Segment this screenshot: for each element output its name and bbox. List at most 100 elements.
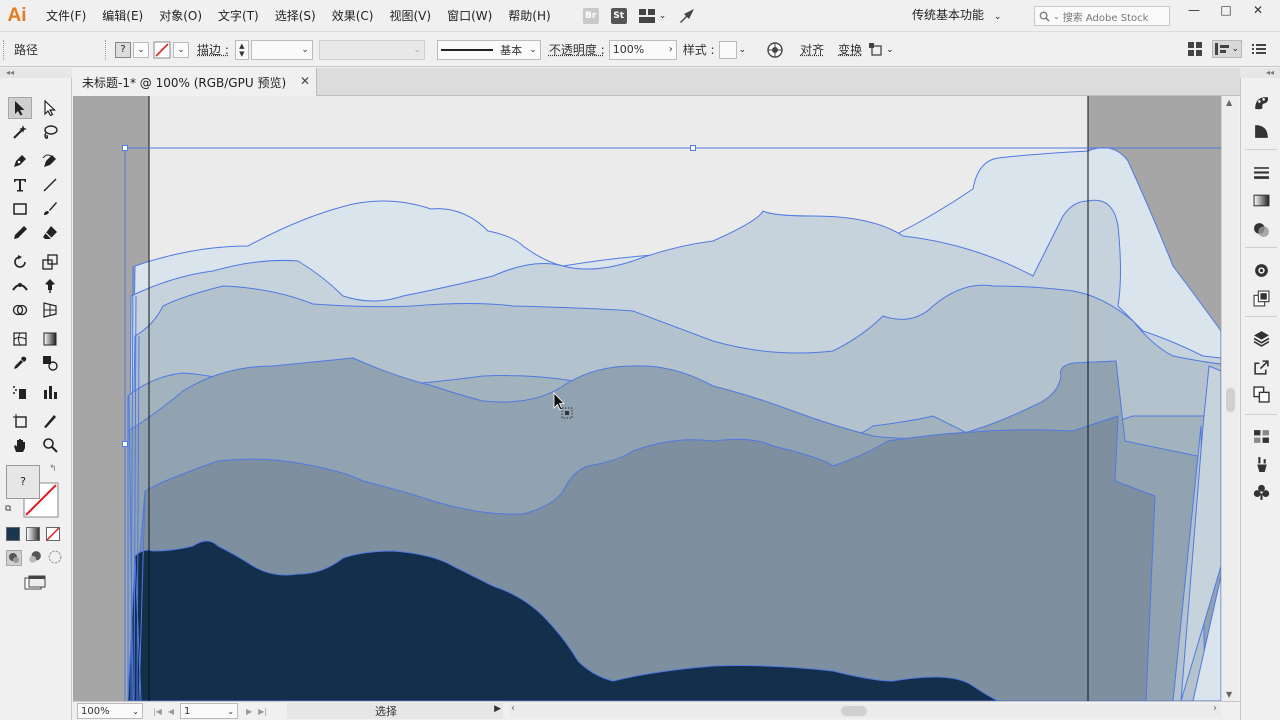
mesh-tool[interactable] <box>8 328 32 350</box>
slice-tool[interactable] <box>38 410 62 432</box>
line-segment-tool[interactable] <box>38 174 62 196</box>
layers-panel-button[interactable] <box>1251 328 1271 348</box>
gradient-tool[interactable] <box>38 328 62 350</box>
menu-window[interactable]: 窗口(W) <box>439 0 500 32</box>
menu-effect[interactable]: 效果(C) <box>324 0 382 32</box>
stock-search-field[interactable]: ⌄ 搜索 Adobe Stock <box>1034 6 1170 26</box>
menu-type[interactable]: 文字(T) <box>210 0 267 32</box>
selection-tool[interactable] <box>8 97 32 119</box>
variable-width-profile[interactable]: ⌄ <box>318 39 425 60</box>
document-canvas[interactable] <box>73 96 1221 701</box>
control-bar-grip[interactable] <box>3 39 9 60</box>
default-fill-stroke-icon[interactable]: ⧉ <box>5 504 11 514</box>
menu-edit[interactable]: 编辑(E) <box>94 0 151 32</box>
blend-tool[interactable] <box>38 352 62 374</box>
width-tool[interactable] <box>8 275 32 297</box>
arrange-documents-button[interactable]: ⌄ <box>638 8 666 23</box>
previous-artboard-icon[interactable]: ◀ <box>168 707 174 716</box>
workspace-switcher[interactable]: 传统基本功能 ⌄ <box>912 6 1001 23</box>
appearance-panel-button[interactable] <box>1251 260 1271 280</box>
paintbrush-tool[interactable] <box>38 198 62 220</box>
menu-object[interactable]: 对象(O) <box>151 0 210 32</box>
menu-file[interactable]: 文件(F) <box>38 0 94 32</box>
zoom-tool[interactable] <box>38 434 62 456</box>
transparency-panel-button[interactable] <box>1251 219 1271 239</box>
gradient-mode-button[interactable] <box>26 527 40 541</box>
color-panel-button[interactable] <box>1251 121 1271 141</box>
minimize-button[interactable]: — <box>1178 0 1210 24</box>
eyedropper-tool[interactable] <box>8 352 32 374</box>
pencil-tool[interactable] <box>8 222 32 244</box>
stroke-weight-stepper[interactable]: ▲ ▼ ⌄ <box>234 39 313 60</box>
last-artboard-icon[interactable]: ▶| <box>258 707 267 716</box>
swatches-panel-button[interactable] <box>1251 426 1271 446</box>
rectangle-tool[interactable] <box>8 198 32 220</box>
pen-tool[interactable] <box>8 150 32 172</box>
draw-behind-icon[interactable] <box>28 550 42 564</box>
lasso-tool[interactable] <box>38 121 62 143</box>
scale-tool[interactable] <box>38 251 62 273</box>
curvature-tool[interactable] <box>38 150 62 172</box>
type-tool[interactable] <box>8 174 32 196</box>
align-panel-link[interactable]: 对齐 <box>800 41 824 58</box>
recolor-artwork-icon[interactable] <box>766 41 784 59</box>
scroll-up-icon[interactable]: ▲ <box>1226 98 1232 107</box>
horizontal-scroll-thumb[interactable] <box>841 706 867 716</box>
close-window-button[interactable]: ✕ <box>1242 0 1274 24</box>
selection-handle-top-left[interactable] <box>122 145 128 151</box>
eraser-tool[interactable] <box>38 222 62 244</box>
gradient-panel-button[interactable] <box>1251 190 1271 210</box>
symbols-panel-button[interactable] <box>1251 482 1271 502</box>
draw-normal-button[interactable] <box>6 550 22 566</box>
dock-grip[interactable]: ◂◂ <box>1240 68 1280 78</box>
column-graph-tool[interactable] <box>38 381 62 403</box>
graphic-style-dropdown[interactable]: ⌄ <box>718 40 746 59</box>
scroll-down-icon[interactable]: ▼ <box>1226 690 1232 699</box>
vertical-scrollbar[interactable]: ▲ ▼ <box>1221 96 1238 701</box>
horizontal-scrollbar[interactable]: ‹ › <box>509 703 1221 718</box>
scroll-right-icon[interactable]: › <box>1213 703 1217 714</box>
fill-box[interactable]: ? <box>6 465 40 499</box>
brush-definition-dropdown[interactable]: 基本 ⌄ <box>436 39 541 60</box>
status-info[interactable]: 选择 ▶ <box>287 703 503 719</box>
perspective-grid-tool[interactable] <box>38 299 62 321</box>
artboards-panel-button[interactable] <box>1251 384 1271 404</box>
menu-select[interactable]: 选择(S) <box>267 0 324 32</box>
direct-selection-tool[interactable] <box>38 97 62 119</box>
graphic-styles-panel-button[interactable] <box>1251 288 1271 308</box>
magic-wand-tool[interactable] <box>8 121 32 143</box>
bridge-button[interactable]: Br <box>582 7 599 24</box>
control-panel-menu-icon[interactable] <box>1252 42 1266 56</box>
artboard-tool[interactable] <box>8 410 32 432</box>
stroke-label[interactable]: 描边 : <box>197 41 229 58</box>
selection-handle-middle-left[interactable] <box>122 441 128 447</box>
vertical-scroll-thumb[interactable] <box>1226 388 1235 412</box>
none-mode-icon[interactable] <box>46 527 60 541</box>
puppet-warp-tool[interactable] <box>38 275 62 297</box>
next-artboard-icon[interactable]: ▶ <box>246 707 252 716</box>
brushes-panel-button[interactable] <box>1251 454 1271 474</box>
transform-panel-link[interactable]: 变换 <box>838 41 862 58</box>
zoom-dropdown[interactable]: 100% ⌄ <box>77 703 143 719</box>
swap-fill-stroke-icon[interactable]: ↰ <box>49 464 57 474</box>
draw-inside-icon[interactable] <box>48 550 62 564</box>
tools-panel-grip[interactable]: ◂◂ <box>0 68 72 78</box>
first-artboard-icon[interactable]: |◀ <box>153 707 162 716</box>
scroll-left-icon[interactable]: ‹ <box>511 703 515 714</box>
isolate-object-button[interactable]: ⌄ <box>868 42 894 58</box>
document-tab[interactable]: 未标题-1* @ 100% (RGB/GPU 预览) ✕ <box>73 68 317 96</box>
fill-swatch-dropdown[interactable]: ? ⌄ <box>115 41 149 58</box>
selection-handle-top-center[interactable] <box>690 145 696 151</box>
stock-button[interactable]: St <box>610 7 627 24</box>
color-guide-panel-button[interactable] <box>1251 92 1271 112</box>
artboard-number-dropdown[interactable]: 1 ⌄ <box>180 703 239 719</box>
rotate-tool[interactable] <box>8 251 32 273</box>
maximize-button[interactable]: □ <box>1210 0 1242 24</box>
opacity-field[interactable]: 100% › <box>608 39 677 60</box>
asset-export-panel-button[interactable] <box>1251 357 1271 377</box>
stroke-panel-button[interactable] <box>1251 162 1271 182</box>
close-tab-icon[interactable]: ✕ <box>300 74 310 88</box>
hand-tool[interactable] <box>8 434 32 456</box>
gpu-performance-icon[interactable] <box>678 8 696 24</box>
stroke-swatch-dropdown[interactable]: ⌄ <box>153 41 189 59</box>
